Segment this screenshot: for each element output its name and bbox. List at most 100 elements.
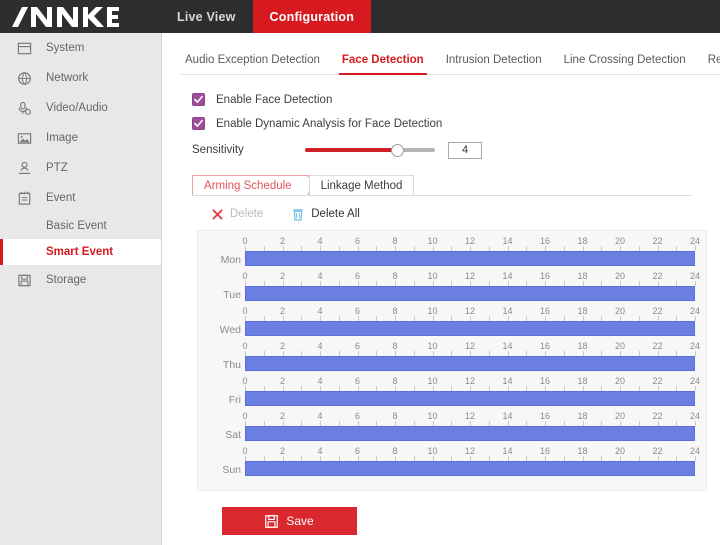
ruler-tick-label: 18 (577, 271, 588, 281)
enable-dynamic-analysis-row: Enable Dynamic Analysis for Face Detecti… (192, 112, 720, 135)
ruler-tick-label: 20 (614, 236, 626, 246)
tab-linkage-method[interactable]: Linkage Method (308, 175, 415, 195)
ruler-tick-label: 2 (279, 446, 286, 456)
ruler-tick-label: 16 (539, 236, 551, 246)
sidebar-item-network[interactable]: Network (0, 63, 161, 93)
schedule-bar[interactable] (245, 391, 695, 406)
ruler-tick-label: 16 (539, 411, 551, 421)
ruler-tick-label: 10 (427, 306, 438, 316)
tab-arming-schedule-label: Arming Schedule (204, 179, 292, 192)
schedule-day-label: Thu (222, 359, 241, 371)
ruler-tick-label: 12 (464, 411, 476, 421)
schedule-day-label: Wed (219, 324, 241, 336)
main-nav: Live View Configuration (160, 0, 372, 33)
ruler-tick-label: 0 (242, 236, 248, 246)
ruler-tick-label: 10 (427, 411, 438, 421)
nav-tab-configuration-label: Configuration (269, 9, 355, 24)
ruler-tick-label: 16 (539, 271, 551, 281)
ruler-tick-label: 10 (427, 446, 438, 456)
sidebar-item-image[interactable]: Image (0, 123, 161, 153)
tab-face-detection[interactable]: Face Detection (331, 54, 435, 75)
sidebar-item-event-label: Event (46, 192, 76, 204)
tab-region-entrance-detection[interactable]: Region Entrance Detect (697, 54, 720, 74)
tab-line-crossing-detection-label: Line Crossing Detection (563, 54, 686, 66)
tab-audio-exception-detection[interactable]: Audio Exception Detection (181, 54, 331, 74)
save-button-label: Save (286, 514, 314, 528)
schedule-toolbar: Delete Delete All (192, 200, 720, 228)
schedule-bar[interactable] (245, 426, 695, 441)
sidebar-item-system[interactable]: System (0, 33, 161, 63)
tab-line-crossing-detection[interactable]: Line Crossing Detection (553, 54, 697, 74)
close-x-icon (210, 207, 224, 221)
schedule-row: Mon 0 2 4 6 8 10 12 14 16 18 20 22 24 (198, 236, 706, 272)
ruler-tick-label: 2 (279, 341, 286, 351)
ruler-tick-label: 22 (652, 376, 663, 386)
enable-dynamic-analysis-checkbox[interactable] (192, 117, 205, 130)
person-icon (16, 160, 33, 177)
ruler-tick-label: 4 (317, 271, 323, 281)
enable-face-detection-checkbox[interactable] (192, 93, 205, 106)
ruler-tick-label: 14 (502, 341, 513, 351)
ruler-tick-label: 6 (354, 376, 361, 386)
schedule-row: Sun 0 2 4 6 8 10 12 14 16 18 20 22 24 (198, 446, 706, 482)
ruler-tick-label: 4 (317, 306, 323, 316)
tab-arming-schedule[interactable]: Arming Schedule (192, 175, 309, 195)
ruler-tick-label: 6 (354, 236, 361, 246)
ruler-tick-label: 24 (689, 236, 701, 246)
delete-all-button[interactable]: Delete All (291, 207, 360, 221)
ruler-tick-label: 20 (614, 306, 626, 316)
delete-all-button-label: Delete All (311, 208, 360, 220)
tab-intrusion-detection[interactable]: Intrusion Detection (435, 54, 553, 74)
ruler-tick-label: 2 (279, 271, 286, 281)
sidebar-item-basic-event[interactable]: Basic Event (0, 213, 161, 239)
schedule-row: Thu 0 2 4 6 8 10 12 14 16 18 20 22 24 (198, 341, 706, 377)
ruler-tick-label: 20 (614, 271, 626, 281)
schedule-ruler: 0 2 4 6 8 10 12 14 16 18 20 22 24 (242, 446, 700, 461)
delete-button[interactable]: Delete (210, 207, 263, 221)
nav-tab-live-view[interactable]: Live View (160, 0, 253, 33)
sidebar-item-ptz[interactable]: PTZ (0, 153, 161, 183)
sensitivity-slider[interactable] (305, 143, 435, 157)
save-button[interactable]: Save (222, 507, 357, 535)
sidebar-item-image-label: Image (46, 132, 78, 144)
tab-region-entrance-detection-label: Region Entrance Detect (707, 54, 720, 66)
enable-dynamic-analysis-label: Enable Dynamic Analysis for Face Detecti… (216, 117, 443, 130)
nav-tab-configuration[interactable]: Configuration (252, 0, 372, 33)
schedule-bar[interactable] (245, 251, 695, 266)
slider-handle[interactable] (390, 144, 404, 157)
ruler-tick-label: 16 (539, 306, 551, 316)
sensitivity-value[interactable]: 4 (448, 141, 482, 159)
ruler-tick-label: 18 (577, 306, 588, 316)
schedule-bar[interactable] (245, 321, 695, 336)
sidebar-item-smart-event[interactable]: Smart Event (0, 239, 161, 265)
ruler-tick-label: 22 (652, 271, 663, 281)
save-row: Save (192, 507, 720, 535)
floppy-icon (16, 272, 33, 289)
schedule-day-label: Tue (223, 289, 241, 301)
ruler-tick (695, 421, 696, 426)
ruler-tick-label: 24 (689, 341, 701, 351)
ruler-tick-label: 22 (652, 341, 663, 351)
enable-face-detection-row: Enable Face Detection (192, 88, 720, 111)
top-bar: Live View Configuration (0, 0, 720, 33)
schedule-bar[interactable] (245, 461, 695, 476)
ruler-tick-label: 0 (242, 271, 248, 281)
ruler-tick-label: 6 (354, 271, 361, 281)
arming-schedule-grid: Mon 0 2 4 6 8 10 12 14 16 18 20 22 24 Tue 0 2 4 6 8 10 12 14 16… (197, 230, 707, 491)
schedule-ruler: 0 2 4 6 8 10 12 14 16 18 20 22 24 (242, 376, 700, 391)
sidebar-item-storage[interactable]: Storage (0, 265, 161, 295)
ruler-tick-label: 20 (614, 446, 626, 456)
ruler-tick-label: 6 (354, 306, 361, 316)
enable-face-detection-label: Enable Face Detection (216, 93, 333, 106)
schedule-bar[interactable] (245, 286, 695, 301)
schedule-ruler: 0 2 4 6 8 10 12 14 16 18 20 22 24 (242, 411, 700, 426)
ruler-tick-label: 10 (427, 271, 438, 281)
sidebar-item-video-audio[interactable]: Video/Audio (0, 93, 161, 123)
ruler-tick-label: 14 (502, 446, 513, 456)
schedule-ruler: 0 2 4 6 8 10 12 14 16 18 20 22 24 (242, 271, 700, 286)
ruler-tick-label: 14 (502, 376, 513, 386)
sidebar-item-event[interactable]: Event (0, 183, 161, 213)
ruler-tick (695, 281, 696, 286)
ruler-tick-label: 2 (279, 376, 286, 386)
schedule-bar[interactable] (245, 356, 695, 371)
